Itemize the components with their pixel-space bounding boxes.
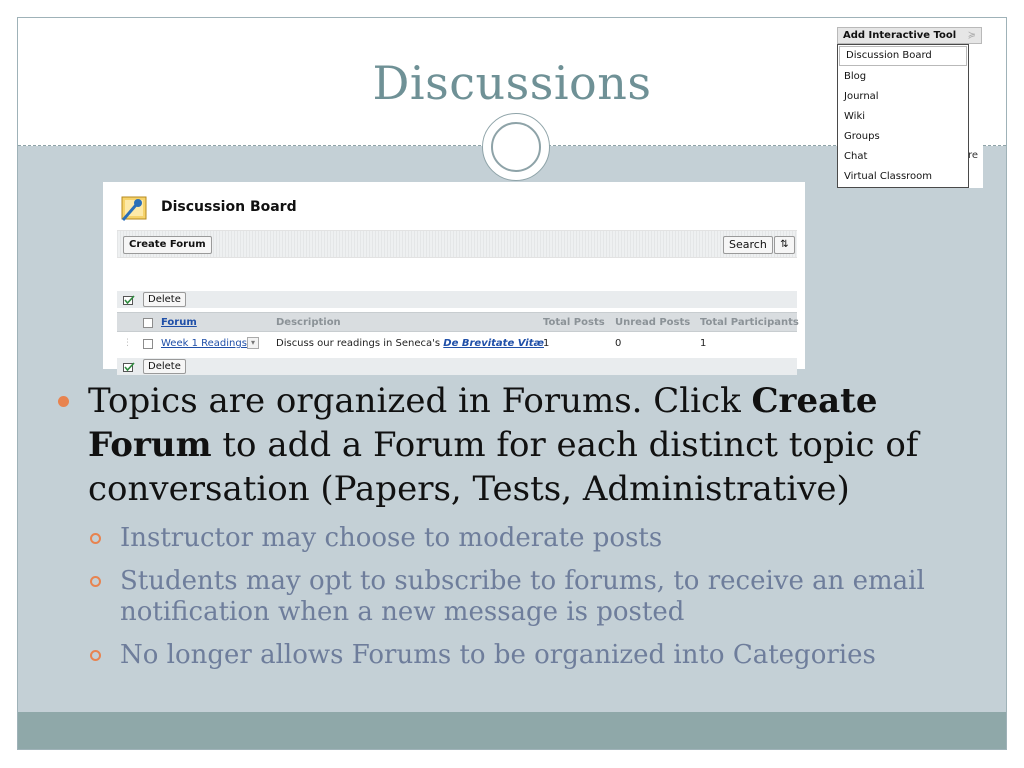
table-row: ⋮ Week 1 Readings ▾ Discuss our readings… (117, 334, 797, 354)
column-header-forum[interactable]: Forum (161, 317, 197, 328)
delete-button-bottom[interactable]: Delete (143, 359, 186, 374)
dropdown-menu: Discussion Board Blog Journal Wiki Group… (837, 44, 969, 188)
pushpin-board-icon (117, 190, 151, 224)
bullet-dot-icon (58, 396, 69, 407)
action-bar-bottom: Delete (117, 358, 797, 375)
forum-description: Discuss our readings in Seneca's De Brev… (276, 338, 544, 349)
select-all-checkbox[interactable] (143, 318, 153, 328)
footer-bar (18, 712, 1006, 749)
search-button[interactable]: Search (723, 236, 773, 254)
row-checkbox[interactable] (143, 339, 153, 349)
column-header-total-participants: Total Participants (700, 317, 799, 328)
unread-posts-value: 0 (615, 338, 622, 349)
title-ornament-icon (482, 113, 550, 181)
action-bar-top: Delete (117, 291, 797, 308)
panel-header: Discussion Board (117, 190, 297, 224)
menu-item-groups[interactable]: Groups (838, 127, 968, 147)
delete-button[interactable]: Delete (143, 292, 186, 307)
check-all-icon[interactable] (123, 361, 135, 372)
panel-title: Discussion Board (161, 199, 297, 215)
total-participants-value: 1 (700, 338, 707, 349)
chevron-down-icon[interactable]: ≽ (968, 28, 976, 43)
column-header-description: Description (276, 317, 341, 328)
dropdown-backdrop (968, 44, 983, 188)
column-header-total-posts: Total Posts (543, 317, 605, 328)
sub-bullet: Instructor may choose to moderate posts (50, 523, 1000, 554)
menu-item-discussion-board[interactable]: Discussion Board (839, 46, 967, 66)
add-interactive-tool-dropdown[interactable]: Add Interactive Tool ≽ (837, 27, 982, 44)
dropdown-peek-text: re (968, 150, 979, 161)
table-header: Forum Description Total Posts Unread Pos… (117, 312, 799, 332)
create-forum-button[interactable]: Create Forum (123, 236, 212, 254)
sub-bullet: Students may opt to subscribe to forums,… (50, 566, 1000, 628)
bullet-ring-icon (90, 576, 101, 587)
menu-item-chat[interactable]: Chat (838, 147, 968, 167)
bullet-list: Topics are organized in Forums. Click Cr… (50, 379, 1000, 671)
menu-item-journal[interactable]: Journal (838, 87, 968, 107)
discussion-board-panel: Discussion Board Create Forum Search ⇅ D… (103, 182, 805, 375)
description-link[interactable]: De Brevitate Vitæ (443, 338, 544, 349)
bullet-ring-icon (90, 650, 101, 661)
menu-item-wiki[interactable]: Wiki (838, 107, 968, 127)
bullet-main: Topics are organized in Forums. Click Cr… (50, 379, 1000, 511)
sort-icon[interactable]: ⇅ (774, 236, 795, 254)
bullet-ring-icon (90, 533, 101, 544)
sub-bullet: No longer allows Forums to be organized … (50, 640, 1000, 671)
check-all-icon[interactable] (123, 294, 135, 305)
chevron-down-icon[interactable]: ▾ (247, 337, 259, 349)
column-header-unread-posts: Unread Posts (615, 317, 691, 328)
toolbar: Create Forum Search ⇅ (117, 230, 797, 258)
menu-item-virtual-classroom[interactable]: Virtual Classroom (838, 167, 968, 187)
drag-handle-icon[interactable]: ⋮ (123, 338, 132, 348)
forum-link[interactable]: Week 1 Readings (161, 338, 247, 349)
total-posts-value: 1 (543, 338, 550, 349)
menu-item-blog[interactable]: Blog (838, 67, 968, 87)
